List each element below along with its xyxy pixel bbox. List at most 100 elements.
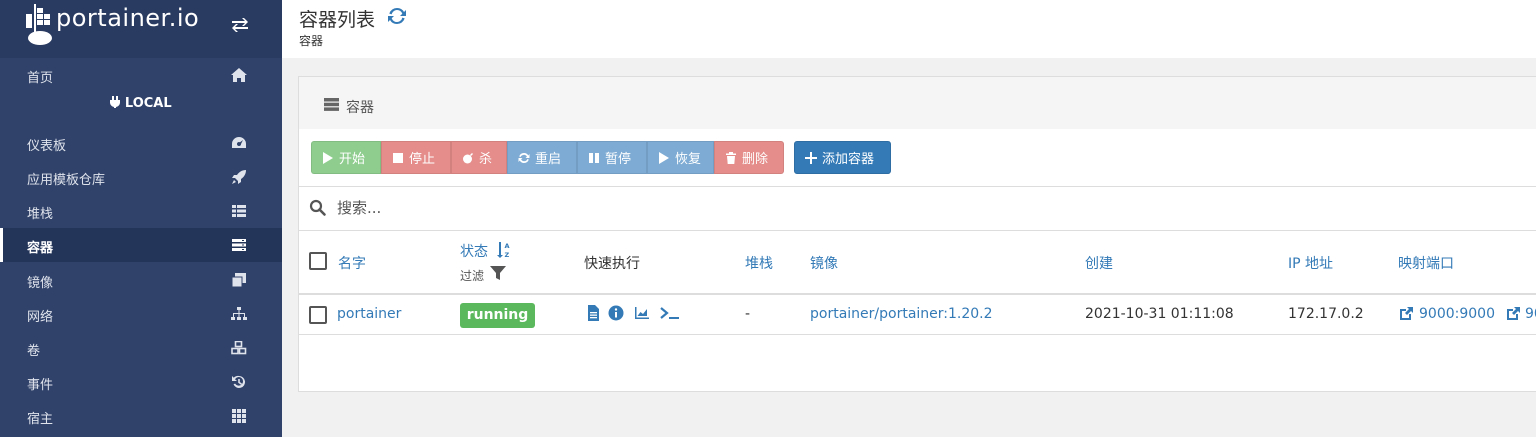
sidebar-item-images[interactable]: 镜像 xyxy=(0,263,282,297)
svg-text:Z: Z xyxy=(505,251,510,259)
page-header: 容器列表 容器 xyxy=(282,0,1536,58)
sidebar-item-volumes[interactable]: 卷 xyxy=(0,331,282,365)
port-mapping-link[interactable]: 9000 xyxy=(1525,306,1536,322)
history-icon xyxy=(232,375,246,388)
clone-icon xyxy=(231,273,246,287)
resume-button-label: 恢复 xyxy=(675,152,702,167)
column-ip[interactable]: IP 地址 xyxy=(1288,253,1333,273)
remove-button-label: 删除 xyxy=(742,152,769,167)
add-container-button[interactable]: 添加容器 xyxy=(794,141,891,174)
column-image[interactable]: 镜像 xyxy=(810,253,838,273)
page-title: 容器列表 xyxy=(299,9,376,31)
sidebar: portainer.io 首页 LOCAL 仪表板 应用模板仓库 堆栈 容器 镜… xyxy=(0,0,282,437)
trash-icon xyxy=(726,151,736,164)
endpoint-name: LOCAL xyxy=(124,96,172,111)
info-icon[interactable] xyxy=(608,305,624,321)
console-icon[interactable] xyxy=(659,305,681,321)
sidebar-item-containers[interactable]: 容器 xyxy=(0,228,282,262)
refresh-icon xyxy=(518,152,530,163)
pause-button-label: 暂停 xyxy=(605,152,632,167)
restart-button[interactable]: 重启 xyxy=(507,141,577,174)
containers-panel: 容器 开始 停止 杀 重启 暂停 恢复 删除 添加容器 搜索... 名字 状态 … xyxy=(298,76,1536,392)
sidebar-item-label: 堆栈 xyxy=(27,207,54,222)
add-container-button-label: 添加容器 xyxy=(822,152,875,167)
refresh-icon[interactable] xyxy=(386,5,408,27)
bomb-icon xyxy=(463,152,473,163)
kill-button-label: 杀 xyxy=(479,152,493,167)
restart-button-label: 重启 xyxy=(535,152,562,167)
stop-button[interactable]: 停止 xyxy=(381,141,451,174)
column-name[interactable]: 名字 xyxy=(338,253,366,273)
select-all-checkbox[interactable] xyxy=(309,252,327,270)
rocket-icon xyxy=(232,170,246,184)
sidebar-item-label: 仪表板 xyxy=(27,139,67,154)
row-checkbox[interactable] xyxy=(309,306,327,324)
start-button-label: 开始 xyxy=(339,152,366,167)
sidebar-item-label: 网络 xyxy=(27,310,54,325)
server-icon xyxy=(324,98,339,111)
column-stack[interactable]: 堆栈 xyxy=(745,253,773,273)
sidebar-item-label: 应用模板仓库 xyxy=(27,173,106,188)
brand-name[interactable]: portainer.io xyxy=(56,4,199,32)
image-link[interactable]: portainer/portainer:1.20.2 xyxy=(810,306,993,322)
column-created[interactable]: 创建 xyxy=(1085,253,1113,273)
server-icon xyxy=(232,239,246,251)
table-header: 名字 状态 A Z 过滤 快速执行 堆栈 镜像 创建 IP 地址 映射端口 xyxy=(299,231,1536,295)
panel-header: 容器 xyxy=(299,77,1536,129)
column-quick-actions: 快速执行 xyxy=(584,256,640,272)
sort-alpha-icon[interactable]: A Z xyxy=(496,241,512,259)
column-state[interactable]: 状态 xyxy=(460,241,488,261)
kill-button[interactable]: 杀 xyxy=(451,141,507,174)
sidebar-item-label: 容器 xyxy=(27,241,54,256)
container-name-link[interactable]: portainer xyxy=(337,306,401,322)
state-filter-label[interactable]: 过滤 xyxy=(460,267,484,284)
sidebar-item-host[interactable]: 宿主 xyxy=(0,399,282,433)
th-icon xyxy=(232,409,246,423)
endpoint-label: LOCAL xyxy=(0,96,282,111)
logs-icon[interactable] xyxy=(585,305,601,321)
column-ports[interactable]: 映射端口 xyxy=(1398,253,1454,273)
search-icon xyxy=(309,199,326,216)
status-badge: running xyxy=(460,303,535,328)
play-icon xyxy=(659,151,669,164)
sidebar-item-networks[interactable]: 网络 xyxy=(0,297,282,331)
sidebar-item-dashboard[interactable]: 仪表板 xyxy=(0,126,282,160)
brand-header: portainer.io xyxy=(0,0,282,58)
table-row: portainer running - portainer/portainer:… xyxy=(299,295,1536,335)
sidebar-item-stacks[interactable]: 堆栈 xyxy=(0,194,282,228)
svg-text:A: A xyxy=(505,242,510,250)
sidebar-item-label: 首页 xyxy=(27,71,54,86)
stack-value: - xyxy=(745,306,751,322)
tachometer-icon xyxy=(232,137,246,148)
action-toolbar: 开始 停止 杀 重启 暂停 恢复 删除 添加容器 xyxy=(299,129,1536,187)
sidebar-item-app-templates[interactable]: 应用模板仓库 xyxy=(0,160,282,194)
panel-title: 容器 xyxy=(346,100,374,116)
sidebar-item-label: 事件 xyxy=(27,378,54,393)
stats-icon[interactable] xyxy=(634,305,650,321)
portainer-logo-icon[interactable] xyxy=(24,2,58,46)
resume-button[interactable]: 恢复 xyxy=(647,141,714,174)
ip-value: 172.17.0.2 xyxy=(1288,306,1364,322)
pause-button[interactable]: 暂停 xyxy=(577,141,647,174)
port-mapping-link[interactable]: 9000:9000 xyxy=(1419,306,1495,322)
search-input[interactable] xyxy=(337,195,937,221)
cubes-icon xyxy=(231,341,247,355)
breadcrumb[interactable]: 容器 xyxy=(299,32,323,49)
sidebar-item-label: 镜像 xyxy=(27,276,54,291)
remove-button[interactable]: 删除 xyxy=(714,141,784,174)
filter-icon[interactable] xyxy=(490,265,506,281)
sidebar-item-label: 宿主 xyxy=(27,412,54,427)
play-icon xyxy=(323,151,333,164)
sitemap-icon xyxy=(231,307,247,320)
external-link-icon xyxy=(1400,307,1413,320)
stop-icon xyxy=(393,152,403,163)
pause-icon xyxy=(589,152,599,163)
th-list-icon xyxy=(232,205,246,217)
start-button[interactable]: 开始 xyxy=(311,141,381,174)
search-bar xyxy=(299,187,1536,231)
exchange-icon[interactable] xyxy=(229,14,251,36)
sidebar-item-home[interactable]: 首页 xyxy=(0,58,282,92)
plug-icon xyxy=(110,96,121,108)
sidebar-item-events[interactable]: 事件 xyxy=(0,365,282,399)
external-link-icon xyxy=(1507,307,1520,320)
